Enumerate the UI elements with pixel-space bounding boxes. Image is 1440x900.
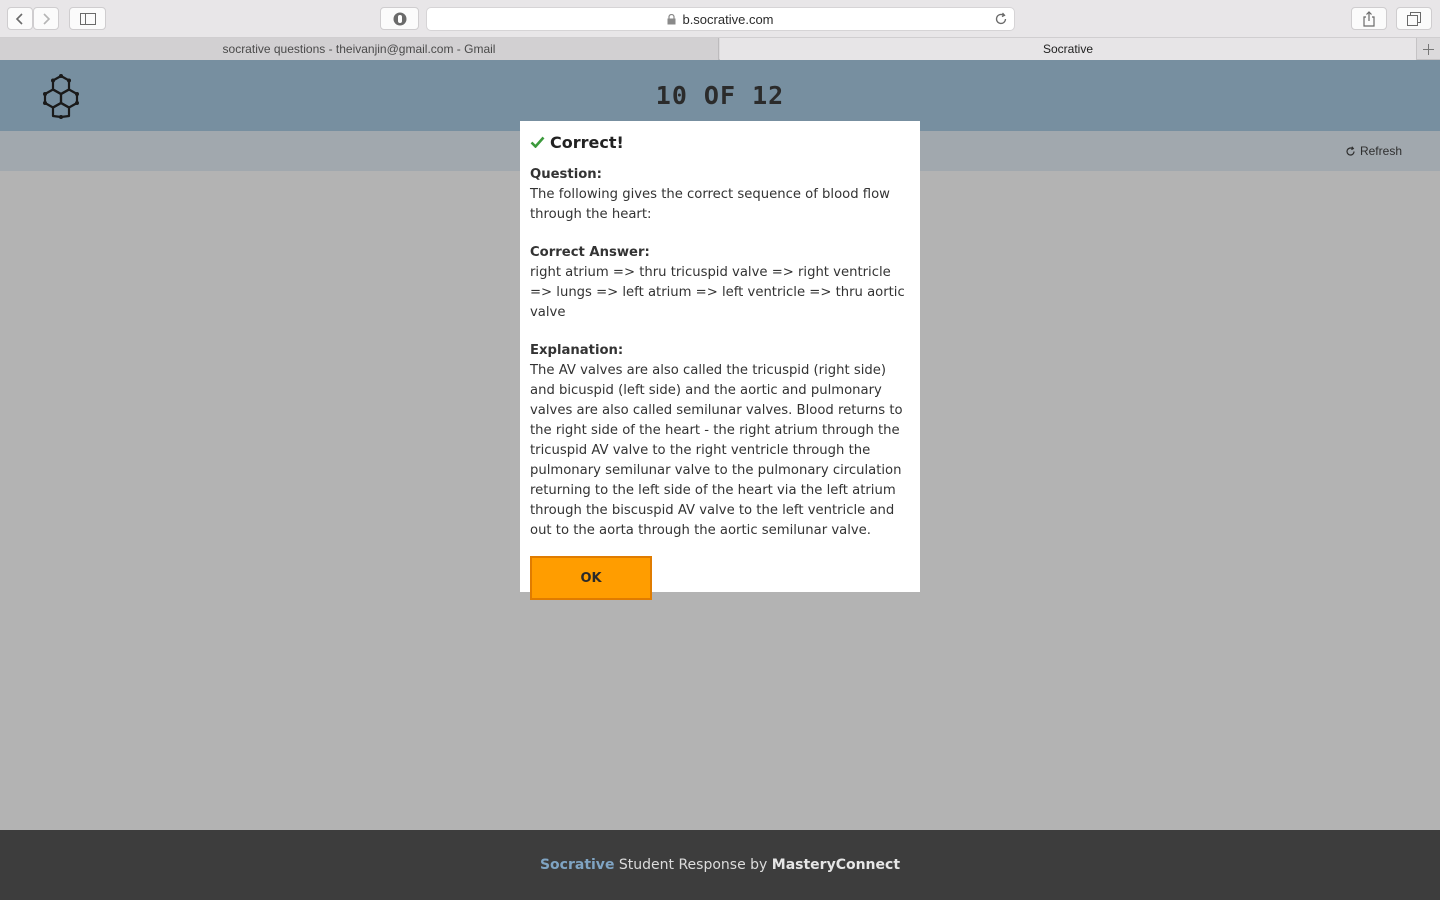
chevron-right-icon: [43, 12, 51, 25]
tab-title: socrative questions - theivanjin@gmail.c…: [222, 42, 496, 56]
footer-brand: Socrative: [539, 857, 615, 873]
share-button[interactable]: [1351, 7, 1387, 30]
modal-title-text: Correct!: [550, 132, 624, 152]
sidebar-toggle-button[interactable]: [69, 7, 106, 30]
new-tab-button[interactable]: [1416, 38, 1440, 60]
sidebar-icon: [79, 12, 96, 25]
footer: Socrative Student Response by MasteryCon…: [0, 830, 1440, 900]
check-icon: [530, 136, 545, 148]
tab-title: Socrative: [1042, 42, 1094, 56]
question-label: Question:: [530, 167, 602, 182]
back-button[interactable]: [7, 7, 33, 30]
refresh-icon: [1346, 145, 1355, 156]
correct-answer-text: right atrium => thru tricuspid valve => …: [530, 265, 905, 320]
correct-answer-label: Correct Answer:: [530, 245, 650, 260]
forward-button[interactable]: [33, 7, 59, 30]
tabs-icon: [1407, 11, 1421, 26]
tab-socrative[interactable]: Socrative: [720, 38, 1416, 60]
question-text: The following gives the correct sequence…: [530, 187, 890, 222]
share-icon: [1363, 10, 1375, 27]
browser-tab-bar: socrative questions - theivanjin@gmail.c…: [0, 38, 1440, 60]
shield-icon: [393, 12, 406, 25]
tabs-overview-button[interactable]: [1396, 7, 1432, 30]
modal-title: Correct!: [530, 131, 910, 153]
footer-company: MasteryConnect: [771, 857, 901, 873]
explanation-text: The AV valves are also called the tricus…: [530, 363, 903, 538]
socrative-logo-icon: [43, 74, 79, 119]
chevron-left-icon: [15, 12, 23, 25]
refresh-button[interactable]: Refresh: [1345, 144, 1402, 158]
explanation-label: Explanation:: [530, 343, 624, 358]
plus-icon: [1423, 43, 1434, 55]
feedback-modal: Correct! Question: The following gives t…: [520, 121, 920, 600]
footer-text: Student Response by: [614, 857, 772, 873]
refresh-label: Refresh: [1359, 144, 1402, 158]
url-text: b.socrative.com: [682, 11, 774, 27]
address-bar[interactable]: b.socrative.com: [426, 7, 1015, 31]
privacy-extension-button[interactable]: [380, 7, 419, 30]
tab-gmail[interactable]: socrative questions - theivanjin@gmail.c…: [0, 38, 719, 60]
browser-toolbar: b.socrative.com: [0, 0, 1440, 38]
reload-icon[interactable]: [994, 12, 1008, 26]
lock-icon: [667, 13, 676, 24]
ok-button[interactable]: OK: [530, 556, 652, 600]
